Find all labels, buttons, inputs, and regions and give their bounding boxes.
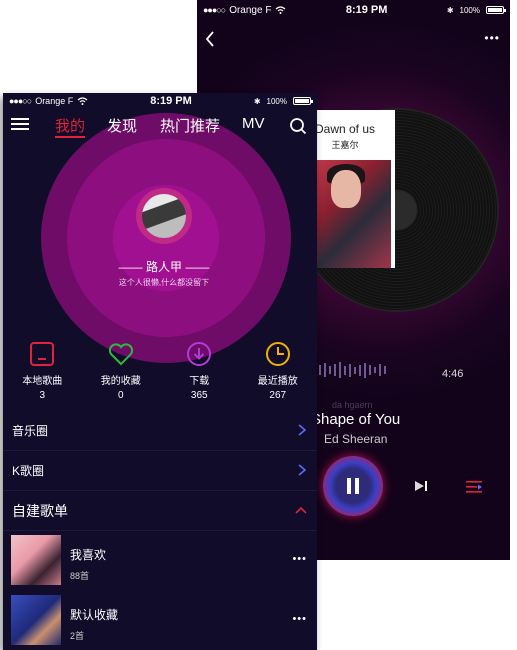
waveform-bar bbox=[354, 366, 356, 374]
audio-waveform[interactable] bbox=[314, 362, 386, 378]
chevron-right-icon bbox=[298, 464, 307, 476]
more-dots-icon[interactable]: ••• bbox=[484, 32, 500, 44]
quick-count: 365 bbox=[190, 390, 208, 401]
clock-label: 8:19 PM bbox=[345, 4, 388, 16]
waveform-bar bbox=[344, 365, 346, 375]
lyric-ghost: da hgaern bbox=[332, 400, 373, 410]
playlist-cover bbox=[11, 535, 61, 585]
battery-icon bbox=[486, 6, 506, 14]
waveform-bar bbox=[359, 364, 361, 376]
waveform-bar bbox=[339, 362, 341, 378]
local-music-button[interactable]: 本地歌曲 3 bbox=[7, 340, 77, 410]
track-title: Shape of You bbox=[311, 411, 401, 428]
favorites-button[interactable]: 我的收藏 0 bbox=[86, 340, 156, 410]
quick-label: 我的收藏 bbox=[100, 376, 141, 387]
waveform-bar bbox=[384, 366, 386, 374]
waveform-bar bbox=[334, 364, 336, 376]
album-cover bbox=[313, 160, 391, 268]
duration-label: 4:46 bbox=[442, 368, 464, 380]
waveform-bar bbox=[349, 363, 351, 377]
download-button[interactable]: 下载 365 bbox=[164, 340, 234, 410]
player-header: ••• bbox=[197, 20, 510, 56]
waveform-bar bbox=[379, 364, 381, 376]
download-icon bbox=[187, 342, 212, 366]
playlist-icon[interactable] bbox=[465, 479, 483, 495]
playlist-item[interactable]: 默认收藏 2首 ••• bbox=[3, 591, 317, 650]
more-dots-icon[interactable]: ••• bbox=[292, 553, 307, 565]
karaoke-circle-row[interactable]: K歌圈 bbox=[3, 451, 317, 491]
top-nav: 我的 发现 热门推荐 MV bbox=[3, 109, 317, 141]
quick-label: 最近播放 bbox=[257, 376, 298, 387]
app-showcase: ●●●○○ Orange F 8:19 PM ✱ 100% ••• Dawn o… bbox=[0, 0, 517, 650]
mine-screen: ●●●○○ Orange F 8:19 PM ✱ 100% 我的 发现 热门推荐… bbox=[3, 93, 317, 650]
tab-discover[interactable]: 发现 bbox=[107, 115, 137, 136]
heart-icon bbox=[108, 343, 133, 366]
playlist-name: 我喜欢 bbox=[70, 548, 107, 562]
music-circle-row[interactable]: 音乐圈 bbox=[3, 411, 317, 451]
more-dots-icon[interactable]: ••• bbox=[292, 613, 307, 625]
playlists-section-header: 自建歌单 bbox=[3, 491, 317, 531]
user-name: —— 路人甲 —— bbox=[118, 260, 210, 274]
waveform-bar bbox=[329, 366, 331, 374]
pause-button[interactable] bbox=[323, 456, 383, 516]
quick-label: 本地歌曲 bbox=[22, 376, 63, 387]
playlist-count: 88首 bbox=[70, 571, 90, 581]
menu-icon[interactable] bbox=[11, 118, 29, 131]
bluetooth-icon: ✱ bbox=[446, 5, 454, 15]
quick-label: 下载 bbox=[189, 376, 210, 387]
recent-clock-icon bbox=[265, 342, 290, 366]
waveform-bar bbox=[374, 367, 376, 373]
chevron-right-icon bbox=[298, 424, 307, 436]
row-label: K歌圈 bbox=[12, 464, 45, 478]
playlist-name: 默认收藏 bbox=[70, 608, 119, 622]
playlist-item[interactable]: 我喜欢 88首 ••• bbox=[3, 531, 317, 591]
quick-count: 0 bbox=[117, 390, 124, 401]
pause-icon bbox=[347, 478, 351, 494]
battery-percent: 100% bbox=[459, 5, 480, 15]
carrier-label: Orange F bbox=[229, 4, 272, 16]
quick-count: 267 bbox=[269, 390, 287, 401]
status-bar: ●●●○○ Orange F 8:19 PM ✱ 100% bbox=[197, 0, 510, 20]
wifi-icon bbox=[276, 6, 286, 14]
quick-count: 3 bbox=[39, 390, 46, 401]
track-artist: Ed Sheeran bbox=[324, 432, 388, 446]
recent-button[interactable]: 最近播放 267 bbox=[243, 340, 313, 410]
tab-mine[interactable]: 我的 bbox=[55, 115, 86, 138]
waveform-bar bbox=[319, 365, 321, 375]
user-signature: 这个人很懒,什么都没留下 bbox=[118, 278, 210, 287]
avatar-ring bbox=[136, 188, 192, 244]
section-title: 自建歌单 bbox=[12, 502, 68, 519]
playlist-cover bbox=[11, 595, 61, 645]
signal-dots-icon: ●●●○○ bbox=[203, 5, 226, 15]
tab-hot[interactable]: 热门推荐 bbox=[160, 115, 220, 136]
tab-mv[interactable]: MV bbox=[242, 115, 265, 132]
search-icon[interactable] bbox=[289, 117, 307, 135]
waveform-bar bbox=[324, 363, 326, 377]
next-icon[interactable] bbox=[413, 478, 429, 494]
playlist-count: 2首 bbox=[70, 631, 85, 641]
waveform-bar bbox=[369, 365, 371, 375]
local-music-icon bbox=[30, 342, 55, 366]
avatar[interactable] bbox=[142, 194, 186, 238]
quick-menu: 本地歌曲 3 我的收藏 0 下载 365 最近播放 267 bbox=[3, 340, 317, 410]
waveform-bar bbox=[364, 362, 366, 378]
collapse-chevron-icon[interactable] bbox=[295, 505, 307, 515]
back-chevron-icon[interactable] bbox=[203, 30, 217, 48]
row-label: 音乐圈 bbox=[12, 424, 49, 438]
